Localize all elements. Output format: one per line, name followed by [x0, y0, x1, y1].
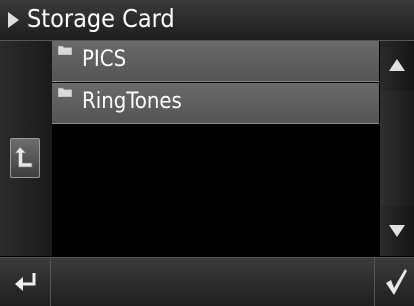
up-level-button[interactable]	[10, 138, 40, 178]
page-title: Storage Card	[27, 4, 175, 33]
scroll-down-button[interactable]	[380, 208, 414, 256]
folder-icon	[58, 87, 72, 97]
file-list: PICS RingTones	[52, 41, 379, 256]
triangle-down-icon	[389, 225, 405, 237]
return-arrow-icon	[15, 273, 36, 291]
scroll-up-button[interactable]	[380, 41, 414, 89]
play-arrow-icon	[8, 12, 19, 28]
checkmark-icon	[386, 269, 407, 295]
list-item-label: PICS	[82, 47, 127, 72]
bottom-bar	[0, 257, 414, 306]
list-item[interactable]: PICS	[52, 41, 379, 82]
list-item[interactable]: RingTones	[52, 83, 379, 124]
triangle-up-icon	[389, 59, 405, 71]
left-panel	[0, 41, 52, 256]
confirm-button[interactable]	[374, 258, 414, 306]
folder-icon	[58, 45, 72, 55]
title-bar: Storage Card	[0, 0, 414, 41]
list-item-label: RingTones	[82, 89, 182, 114]
scrollbar[interactable]	[380, 41, 414, 256]
up-level-icon	[14, 146, 33, 168]
scroll-track[interactable]	[380, 91, 414, 206]
back-button[interactable]	[0, 258, 51, 306]
